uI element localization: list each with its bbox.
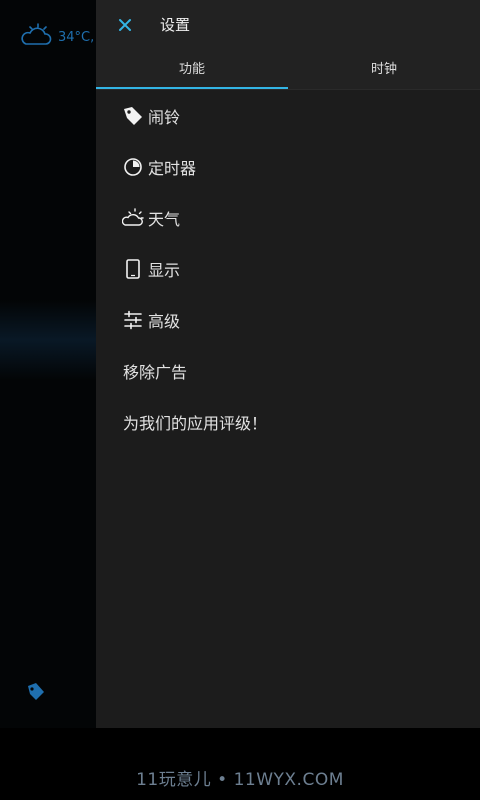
page-title: 设置 <box>160 16 191 34</box>
menu-item-timer[interactable]: 定时器 <box>96 141 480 192</box>
site-watermark: 11玩意儿 • 11WYX.COM <box>136 770 344 790</box>
menu-item-advanced[interactable]: 高级 <box>96 294 480 345</box>
background-temperature: 34°C, <box>58 29 95 45</box>
menu-item-label: 显示 <box>148 260 181 280</box>
background-alarm-icon <box>24 680 46 706</box>
menu-item-rate-app[interactable]: 为我们的应用评级！ <box>96 396 480 447</box>
settings-drawer: 设置 功能 时钟 闹铃 定时器 天气 显示 高级 移除广告 为我们的应用评级！ <box>96 0 480 728</box>
close-icon[interactable] <box>118 18 132 32</box>
sliders-icon <box>122 309 144 331</box>
menu-item-label: 闹铃 <box>148 107 181 127</box>
weather-icon <box>122 207 144 229</box>
tab-clock[interactable]: 时钟 <box>288 50 480 90</box>
display-phone-icon <box>122 258 144 280</box>
menu-item-alarm[interactable]: 闹铃 <box>96 90 480 141</box>
menu-item-label: 为我们的应用评级！ <box>123 413 268 433</box>
menu-item-label: 定时器 <box>148 158 197 178</box>
timer-icon <box>122 156 144 178</box>
cloud-sun-icon <box>18 22 54 52</box>
menu-item-label: 天气 <box>148 209 181 229</box>
menu-item-display[interactable]: 显示 <box>96 243 480 294</box>
alarm-bell-icon <box>122 105 144 127</box>
menu-item-label: 移除广告 <box>123 362 188 382</box>
menu-item-weather[interactable]: 天气 <box>96 192 480 243</box>
settings-menu: 闹铃 定时器 天气 显示 高级 移除广告 为我们的应用评级！ <box>96 90 480 447</box>
tab-features[interactable]: 功能 <box>96 50 288 90</box>
background-weather: 34°C, <box>18 22 94 52</box>
drawer-header: 设置 <box>96 0 480 50</box>
menu-item-remove-ads[interactable]: 移除广告 <box>96 345 480 396</box>
close-button[interactable] <box>114 14 136 36</box>
menu-item-label: 高级 <box>148 311 181 331</box>
tab-bar: 功能 时钟 <box>96 50 480 90</box>
